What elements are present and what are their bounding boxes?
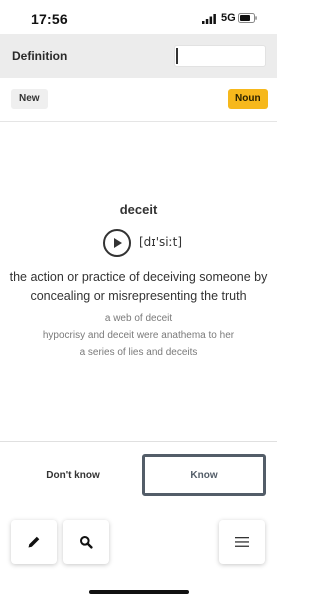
pencil-icon bbox=[28, 536, 40, 548]
search-icon bbox=[80, 536, 93, 549]
signal-icon bbox=[202, 14, 216, 24]
divider bbox=[0, 121, 277, 122]
home-indicator bbox=[89, 590, 189, 594]
pronunciation-text: [dɪ'siːt] bbox=[139, 235, 183, 249]
text-cursor bbox=[176, 48, 178, 64]
examples-list: a web of deceit hypocrisy and deceit wer… bbox=[0, 310, 277, 361]
example-sentence: a series of lies and deceits bbox=[79, 347, 198, 358]
page-title: Definition bbox=[12, 49, 68, 63]
network-label: 5G bbox=[221, 12, 236, 24]
divider bbox=[0, 441, 277, 442]
status-badge: New bbox=[11, 89, 48, 109]
search-input[interactable] bbox=[174, 45, 266, 67]
search-button[interactable] bbox=[63, 520, 109, 564]
hamburger-menu-icon bbox=[235, 537, 249, 547]
play-icon bbox=[114, 238, 122, 248]
battery-icon bbox=[238, 13, 257, 23]
example-sentence: a web of deceit bbox=[104, 313, 173, 324]
definition-text: the action or practice of deceiving some… bbox=[9, 270, 268, 303]
know-button[interactable]: Know bbox=[142, 454, 266, 496]
edit-button[interactable] bbox=[11, 520, 57, 564]
dont-know-button[interactable]: Don't know bbox=[10, 455, 136, 495]
word-title: deceit bbox=[119, 202, 158, 217]
part-of-speech-badge: Noun bbox=[228, 89, 268, 109]
status-time: 17:56 bbox=[31, 11, 68, 27]
example-sentence: hypocrisy and deceit were anathema to he… bbox=[42, 330, 235, 341]
status-bar: 17:56 5G bbox=[0, 0, 277, 34]
menu-button[interactable] bbox=[219, 520, 265, 564]
play-pronunciation-button[interactable] bbox=[103, 229, 131, 257]
